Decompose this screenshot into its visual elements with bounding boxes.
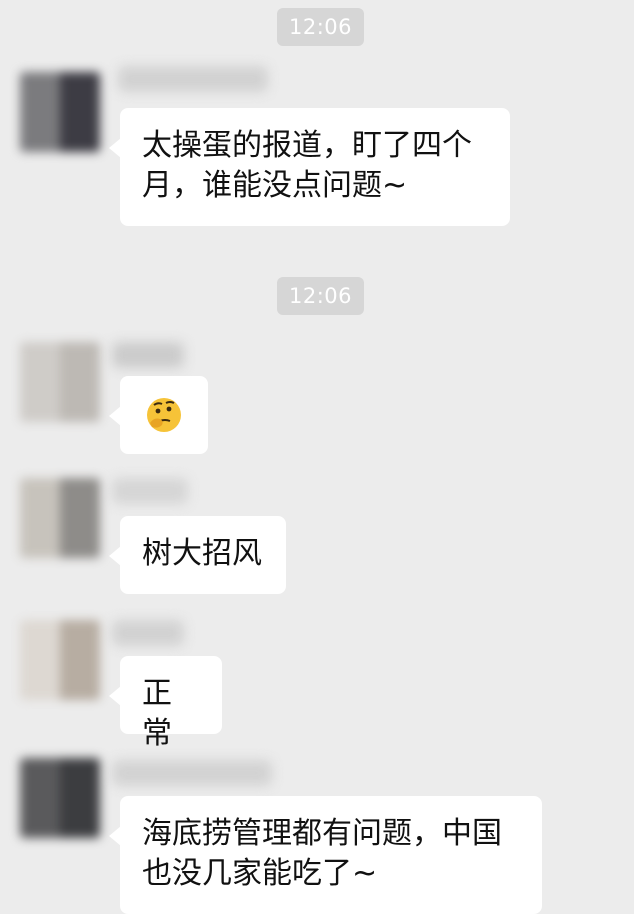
- message-text: 海底捞管理都有问题，中国: [142, 816, 502, 851]
- avatar[interactable]: [20, 758, 100, 838]
- message-text: 树大招风: [142, 536, 262, 571]
- message-bubble[interactable]: 海底捞管理都有问题，中国 也没几家能吃了~: [109, 796, 542, 914]
- sender-name-blurred: [112, 760, 272, 786]
- message-text: 正常: [142, 676, 172, 751]
- sender-name-blurred: [112, 342, 184, 368]
- message-text: 月，谁能没点问题~: [142, 168, 408, 203]
- sender-name-blurred: [112, 620, 184, 646]
- avatar[interactable]: [20, 478, 100, 558]
- timestamp: 12:06: [277, 277, 365, 315]
- message-bubble[interactable]: 太操蛋的报道，盯了四个 月，谁能没点问题~: [109, 108, 510, 226]
- timestamp: 12:06: [277, 8, 365, 46]
- avatar[interactable]: [20, 72, 100, 152]
- message-bubble[interactable]: [109, 376, 208, 454]
- message-bubble[interactable]: 树大招风: [109, 516, 286, 594]
- message-bubble[interactable]: 正常: [109, 656, 222, 751]
- message-text: 也没几家能吃了~: [142, 856, 378, 891]
- avatar[interactable]: [20, 342, 100, 422]
- sender-name-blurred: [112, 478, 188, 504]
- message-text: 太操蛋的报道，盯了四个: [142, 128, 472, 163]
- thinking-face-icon: [147, 397, 181, 432]
- avatar[interactable]: [20, 620, 100, 700]
- sender-name-blurred: [118, 66, 268, 92]
- chat-thread[interactable]: 12:06 太操蛋的报道，盯了四个 月，谁能没点问题~ 12:06 树大招风 正…: [0, 0, 634, 914]
